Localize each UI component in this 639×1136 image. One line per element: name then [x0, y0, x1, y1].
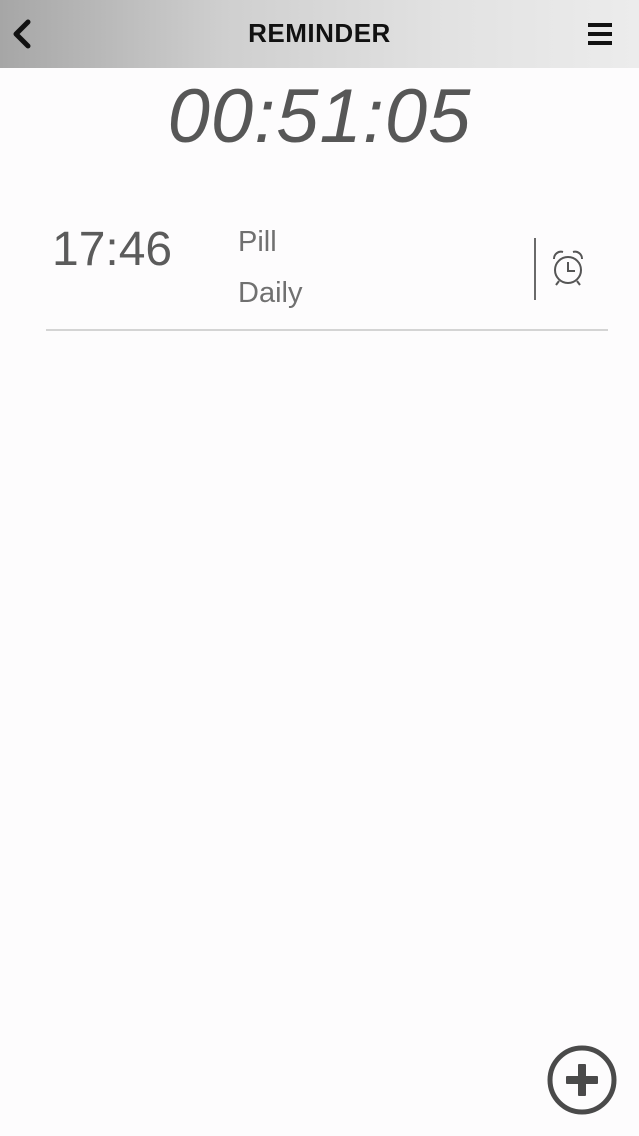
reminder-name: Pill	[238, 226, 277, 258]
reminder-time: 17:46	[52, 223, 173, 276]
hamburger-menu-icon	[588, 23, 612, 45]
chevron-left-icon	[13, 19, 31, 49]
alarm-clock-icon	[553, 250, 583, 286]
menu-button[interactable]	[580, 16, 620, 52]
back-button[interactable]	[4, 14, 40, 54]
reminder-repeat: Daily	[238, 277, 303, 309]
alarm-toggle-button[interactable]	[549, 248, 587, 288]
plus-circle-icon	[547, 1045, 617, 1115]
countdown-timer: 00:51:05	[167, 74, 472, 159]
reminder-list-item[interactable]: 17:46 Pill Daily	[46, 206, 608, 331]
add-reminder-button[interactable]	[546, 1044, 618, 1116]
header-bar: REMINDER	[0, 0, 639, 68]
reminder-divider	[534, 238, 536, 300]
page-title: REMINDER	[248, 18, 391, 48]
reminder-screen: REMINDER 00:51:05 17:46 Pill Daily	[0, 0, 639, 1136]
